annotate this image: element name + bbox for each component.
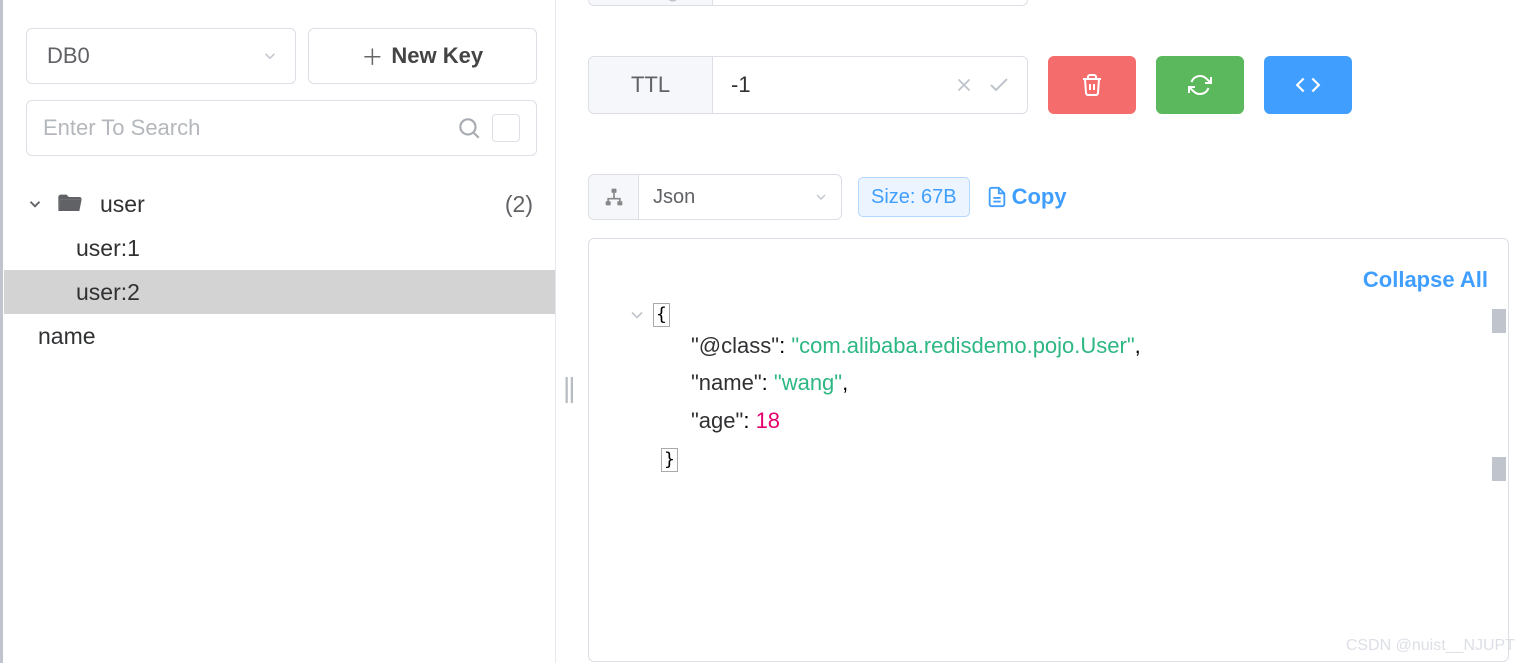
key-label: user:2 <box>76 279 140 306</box>
json-line: "name": "wang", <box>691 364 1480 401</box>
left-resize-handle[interactable] <box>0 0 3 663</box>
sidebar: DB0 ＋ New Key user (2) <box>4 0 556 663</box>
ttl-input[interactable]: -1 <box>713 57 1027 113</box>
plus-icon: ＋ <box>361 40 383 72</box>
json-content: { "@class": "com.alibaba.redisdemo.pojo.… <box>617 303 1480 477</box>
search-input-wrap <box>26 100 537 156</box>
chevron-down-icon[interactable] <box>627 305 647 325</box>
tree-key-user2[interactable]: user:2 <box>4 270 555 314</box>
json-line: "age": 18 <box>691 402 1480 439</box>
format-label: Json <box>653 186 695 209</box>
scrollbar-thumb[interactable] <box>1492 457 1506 481</box>
trash-icon <box>1080 73 1104 97</box>
delete-button[interactable] <box>1048 56 1136 114</box>
new-key-label: New Key <box>391 43 483 69</box>
refresh-icon <box>1188 73 1212 97</box>
tree-folder-user[interactable]: user (2) <box>4 182 555 226</box>
size-badge: Size: 67B <box>858 177 970 217</box>
check-icon[interactable] <box>987 73 1011 97</box>
code-icon <box>1295 72 1321 98</box>
tree-key-name[interactable]: name <box>4 314 555 358</box>
key-name-text: user:2 <box>731 0 792 3</box>
watermark: CSDN @nuist__NJUPT <box>1346 637 1515 655</box>
key-label: name <box>38 323 96 350</box>
json-close-brace: } <box>661 448 678 472</box>
chevron-down-icon <box>261 47 279 65</box>
json-line: "@class": "com.alibaba.redisdemo.pojo.Us… <box>691 327 1480 364</box>
ttl-label: TTL <box>589 57 713 113</box>
close-icon[interactable] <box>953 74 975 96</box>
detail-panel: String user:2 TTL -1 <box>588 0 1527 663</box>
chevron-down-icon <box>813 189 829 205</box>
key-tree: user (2) user:1 user:2 name <box>4 182 555 358</box>
code-button[interactable] <box>1264 56 1352 114</box>
sitemap-icon <box>589 175 639 219</box>
db-select-label: DB0 <box>47 43 90 69</box>
key-type-group: String user:2 <box>588 0 1028 6</box>
key-label: user:1 <box>76 235 140 262</box>
key-name-input[interactable]: user:2 <box>713 0 1027 5</box>
split-handle[interactable]: || <box>563 372 574 404</box>
tree-key-user1[interactable]: user:1 <box>4 226 555 270</box>
json-viewer: Collapse All { "@class": "com.alibaba.re… <box>588 238 1509 662</box>
key-type-label: String <box>589 0 713 5</box>
exact-match-toggle[interactable] <box>492 114 520 142</box>
folder-name: user <box>100 191 145 218</box>
search-icon[interactable] <box>456 115 482 141</box>
db-select[interactable]: DB0 <box>26 28 296 84</box>
copy-label: Copy <box>1012 184 1067 210</box>
copy-icon <box>986 186 1008 208</box>
ttl-value-text: -1 <box>731 72 751 98</box>
refresh-button[interactable] <box>1156 56 1244 114</box>
format-select[interactable]: Json <box>588 174 842 220</box>
scrollbar-thumb[interactable] <box>1492 309 1506 333</box>
collapse-all-button[interactable]: Collapse All <box>1363 267 1488 293</box>
folder-count: (2) <box>505 191 533 218</box>
copy-button[interactable]: Copy <box>986 184 1067 210</box>
new-key-button[interactable]: ＋ New Key <box>308 28 538 84</box>
json-open-brace: { <box>653 303 670 327</box>
search-input[interactable] <box>43 115 446 141</box>
chevron-down-icon <box>26 195 44 213</box>
ttl-group: TTL -1 <box>588 56 1028 114</box>
folder-open-icon <box>56 190 84 218</box>
